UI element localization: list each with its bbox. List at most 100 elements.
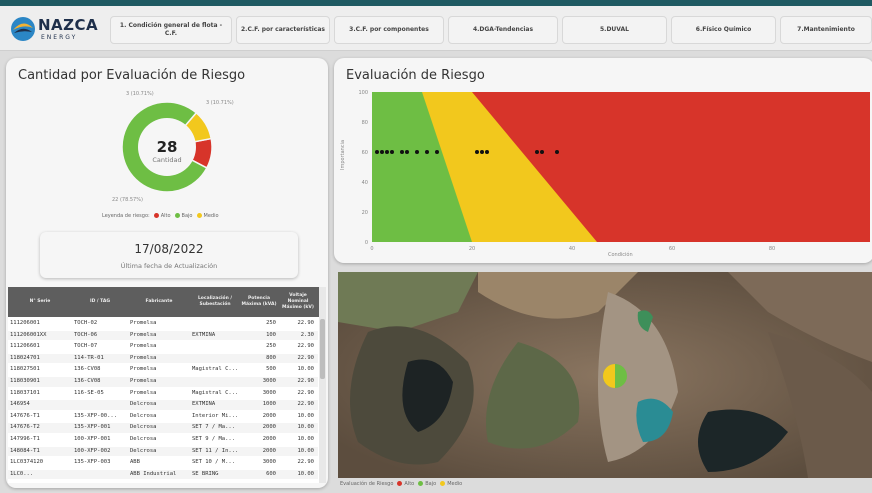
legend-item-alto[interactable]: Alto [153,213,171,219]
table-cell: SET 11 / In... [192,447,239,454]
map-legend-medio[interactable]: Medio [440,481,462,487]
table-row[interactable]: 1LC0374120 135-XFP-003 ABB SET 10 / M... 300… [8,458,318,468]
logo-subtitle: ENERGY [41,34,78,41]
table-row[interactable]: 146954 Delcrosa EXTMINA 1000 22.90 [8,400,318,410]
scatter-point[interactable] [375,150,379,154]
table-cell: Delcrosa [130,412,157,419]
table-row[interactable]: 111206601 TOCH-07 Promelsa 250 22.90 [8,342,318,352]
scatter-point[interactable] [540,150,544,154]
tab-condicion-general[interactable]: 1. Condición general de flota - C.F. [110,16,232,44]
y-tick-label: 100 [358,90,368,96]
table-row[interactable]: 147676-T2 135-XFP-001 Delcrosa SET 7 / Ma..… [8,423,318,433]
table-cell: 135-XFP-00... [74,412,118,419]
table-cell: Magistral C... [192,366,239,373]
bajo-dot-icon [418,481,424,486]
col-tag[interactable]: ID / TAG [72,287,128,317]
table-row[interactable]: 118037101 116-SE-05 Promelsa Magistral C...… [8,388,318,399]
legend-label: Alto [160,213,171,219]
table-cell: 22.90 [297,354,314,361]
table-cell: 22.90 [297,320,314,326]
legend-item-bajo[interactable]: Bajo [174,213,193,219]
table-cell: 250 [266,320,276,326]
satellite-map[interactable] [338,272,872,478]
table-row[interactable]: 1LC0... ABB Industrial SE BRING 600 10.00 [8,469,318,480]
table-cell: Promelsa [130,389,157,396]
tab-dga-tendencias[interactable]: 4.DGA-Tendencias [448,16,558,44]
alto-dot-icon [397,481,403,486]
table-row[interactable]: 147996-T1 100-XFP-001 Delcrosa SET 9 / Ma..… [8,435,318,445]
table-cell: 100 [266,331,276,338]
table-cell: Promelsa [130,320,157,326]
table-cell: 22.90 [297,459,314,466]
table-row[interactable]: 147676-T1 135-XFP-00... Delcrosa Interior M… [8,411,318,422]
scatter-point[interactable] [435,150,439,154]
map-legend-alto[interactable]: Alto [397,481,414,487]
update-date-card: 17/08/2022 Última fecha de Actualización [40,232,298,278]
map-legend: Evaluación de Riesgo Alto Bajo Medio [340,481,462,487]
legend-label: Medio [203,213,219,219]
table-row[interactable]: 148084-T1 100-XFP-002 Delcrosa SET 11 / In.… [8,446,318,457]
map-legend-bajo[interactable]: Bajo [418,481,436,487]
table-cell: Delcrosa [130,401,157,408]
scatter-point[interactable] [425,150,429,154]
tab-duval[interactable]: 5.DUVAL [562,16,667,44]
navigation-bar: NAZCA ENERGY 1. Condición general de flo… [0,6,872,51]
table-cell: 1000 [262,401,276,408]
table-cell: 10.00 [297,424,314,431]
tab-componentes[interactable]: 3.C.F. por componentes [334,16,444,44]
scatter-point[interactable] [555,150,559,154]
scatter-point[interactable] [480,150,484,154]
legend-label: Bajo [181,213,193,219]
col-fabricante[interactable]: Fabricante [128,287,190,317]
table-cell: 116-SE-05 [74,389,104,396]
table-cell: Promelsa [130,354,157,361]
scatter-point[interactable] [485,150,489,154]
table-cell: 111206001 [10,320,40,326]
table-cell: 136-CV08 [74,378,101,384]
x-axis-label: Condición [608,252,633,258]
table-cell: 118024701 [10,354,40,361]
table-row[interactable]: 118030901 136-CV08 Promelsa 3000 22.90 [8,377,318,387]
table-cell: 22.90 [297,401,314,408]
scrollbar-thumb[interactable] [320,319,325,379]
table-scrollbar[interactable] [319,287,326,483]
table-cell: 147676-T2 [10,424,40,431]
tab-fisico-quimico[interactable]: 6.Físico Químico [671,16,776,44]
table-row[interactable]: 118027501 136-CV08 Promelsa Magistral C... 5… [8,365,318,375]
table-cell: 250 [266,343,276,350]
risk-scatter-chart: 100 80 60 40 20 0 0 20 40 60 80 [358,90,870,252]
x-tick-label: 80 [769,246,775,252]
table-cell: 10.00 [297,470,314,477]
table-cell: 111206601 [10,343,40,350]
col-voltaje[interactable]: Voltaje Nominal Máximo (kV) [278,287,318,317]
scatter-point[interactable] [380,150,384,154]
table-row[interactable]: 111206001 TOCH-02 Promelsa 250 22.90 [8,319,318,329]
table-cell: 135-XFP-001 [74,424,111,431]
risk-total-label: Cantidad [152,156,182,164]
scatter-point[interactable] [400,150,404,154]
y-tick-label: 20 [362,210,368,216]
update-date: 17/08/2022 [134,242,204,256]
col-serie[interactable]: N° Serie [8,287,72,317]
table-cell: 3000 [262,459,276,466]
scatter-point[interactable] [390,150,394,154]
table-cell: Magistral C... [192,389,239,396]
legend-item-medio[interactable]: Medio [196,213,219,219]
scatter-point[interactable] [405,150,409,154]
tab-mantenimiento[interactable]: 7.Mantenimiento [780,16,872,44]
scatter-point[interactable] [415,150,419,154]
table-row[interactable]: 118024701 114-TR-01 Promelsa 800 22.90 [8,353,318,364]
table-cell: 147676-T1 [10,412,40,419]
table-cell: Delcrosa [130,436,157,442]
y-tick-label: 0 [365,240,368,246]
table-row[interactable]: 111206001XX TOCH-06 Promelsa EXTMINA 100 2.30 [8,330,318,341]
scatter-point[interactable] [535,150,539,154]
scatter-point[interactable] [385,150,389,154]
col-potencia[interactable]: Potencia Máxima (kVA) [240,287,278,317]
x-tick-label: 20 [469,246,475,252]
col-localizacion[interactable]: Localización / Subestación [190,287,240,317]
scatter-point[interactable] [475,150,479,154]
table-cell: 2000 [262,447,276,454]
table-cell: SET 7 / Ma... [192,424,236,431]
tab-caracteristicas[interactable]: 2.C.F. por características [236,16,330,44]
